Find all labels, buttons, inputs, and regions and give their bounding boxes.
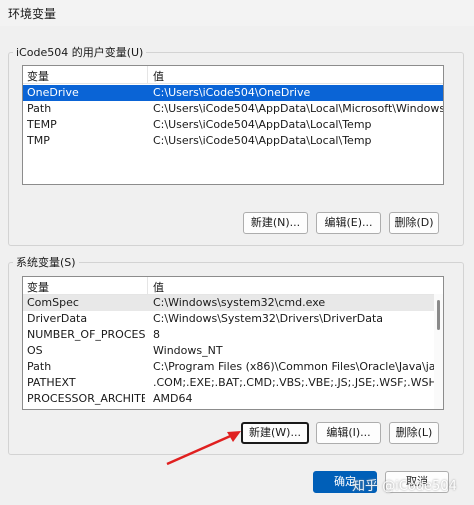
system-variables-list[interactable]: 变量 值 ComSpec C:\Windows\system32\cmd.exe… bbox=[22, 276, 444, 410]
row-value: 8 bbox=[153, 328, 160, 341]
row-name: Path bbox=[27, 360, 52, 373]
row-name: NUMBER_OF_PROCESSORS bbox=[27, 328, 145, 341]
column-header-variable[interactable]: 变量 bbox=[27, 68, 145, 84]
row-name: TEMP bbox=[27, 118, 57, 131]
row-name: TMP bbox=[27, 134, 50, 147]
window-title: 环境变量 bbox=[8, 7, 57, 21]
table-row[interactable]: Path C:\Program Files (x86)\Common Files… bbox=[23, 359, 443, 375]
table-row[interactable]: OS Windows_NT bbox=[23, 343, 443, 359]
row-name: Path bbox=[27, 102, 52, 115]
system-edit-button[interactable]: 编辑(I)... bbox=[316, 422, 381, 444]
annotation-arrow-icon bbox=[166, 431, 241, 466]
row-value: C:\Users\iCode504\OneDrive bbox=[153, 86, 311, 99]
table-row[interactable]: OneDrive C:\Users\iCode504\OneDrive bbox=[23, 85, 443, 101]
user-delete-button[interactable]: 删除(D) bbox=[389, 212, 439, 234]
table-row[interactable]: PROCESSOR_ARCHITECT... AMD64 bbox=[23, 391, 443, 407]
user-variables-list[interactable]: 变量 值 OneDrive C:\Users\iCode504\OneDrive… bbox=[22, 65, 444, 185]
column-divider[interactable] bbox=[147, 66, 148, 83]
table-row[interactable]: DriverData C:\Windows\System32\Drivers\D… bbox=[23, 311, 443, 327]
watermark: 知乎 @iCode504 bbox=[352, 479, 457, 494]
column-header-variable[interactable]: 变量 bbox=[27, 279, 145, 295]
table-row[interactable]: ComSpec C:\Windows\system32\cmd.exe bbox=[23, 295, 443, 311]
row-value: C:\Windows\system32\cmd.exe bbox=[153, 296, 326, 309]
row-name: OneDrive bbox=[27, 86, 79, 99]
system-variables-label: 系统变量(S) bbox=[13, 254, 79, 270]
column-header-value[interactable]: 值 bbox=[153, 279, 443, 295]
column-divider[interactable] bbox=[147, 277, 148, 294]
table-row[interactable]: PATHEXT .COM;.EXE;.BAT;.CMD;.VBS;.VBE;.J… bbox=[23, 375, 443, 391]
title-bar: 环境变量 bbox=[0, 0, 474, 26]
table-row[interactable]: TMP C:\Users\iCode504\AppData\Local\Temp bbox=[23, 133, 443, 149]
row-value: AMD64 bbox=[153, 392, 193, 405]
row-value: C:\Users\iCode504\AppData\Local\Microsof… bbox=[153, 102, 443, 115]
row-name: PROCESSOR_ARCHITECT... bbox=[27, 392, 145, 405]
user-new-button[interactable]: 新建(N)... bbox=[243, 212, 308, 234]
vertical-scrollbar[interactable] bbox=[434, 294, 443, 409]
user-edit-button[interactable]: 编辑(E)... bbox=[316, 212, 381, 234]
table-row[interactable]: Path C:\Users\iCode504\AppData\Local\Mic… bbox=[23, 101, 443, 117]
user-variables-label: iCode504 的用户变量(U) bbox=[13, 44, 147, 60]
row-name: PATHEXT bbox=[27, 376, 76, 389]
row-value: .COM;.EXE;.BAT;.CMD;.VBS;.VBE;.JS;.JSE;.… bbox=[153, 376, 443, 389]
system-delete-button[interactable]: 删除(L) bbox=[389, 422, 439, 444]
system-list-header: 变量 值 bbox=[23, 277, 443, 295]
row-value: C:\Windows\System32\Drivers\DriverData bbox=[153, 312, 384, 325]
row-value: C:\Program Files (x86)\Common Files\Orac… bbox=[153, 360, 443, 373]
row-value: Windows_NT bbox=[153, 344, 223, 357]
row-name: ComSpec bbox=[27, 296, 79, 309]
scrollbar-thumb[interactable] bbox=[437, 300, 440, 330]
user-list-header: 变量 值 bbox=[23, 66, 443, 84]
row-name: DriverData bbox=[27, 312, 88, 325]
column-header-value[interactable]: 值 bbox=[153, 68, 443, 84]
row-name: OS bbox=[27, 344, 43, 357]
table-row[interactable]: NUMBER_OF_PROCESSORS 8 bbox=[23, 327, 443, 343]
system-new-button[interactable]: 新建(W)... bbox=[241, 422, 309, 444]
row-value: C:\Users\iCode504\AppData\Local\Temp bbox=[153, 134, 372, 147]
table-row[interactable]: TEMP C:\Users\iCode504\AppData\Local\Tem… bbox=[23, 117, 443, 133]
row-value: C:\Users\iCode504\AppData\Local\Temp bbox=[153, 118, 372, 131]
